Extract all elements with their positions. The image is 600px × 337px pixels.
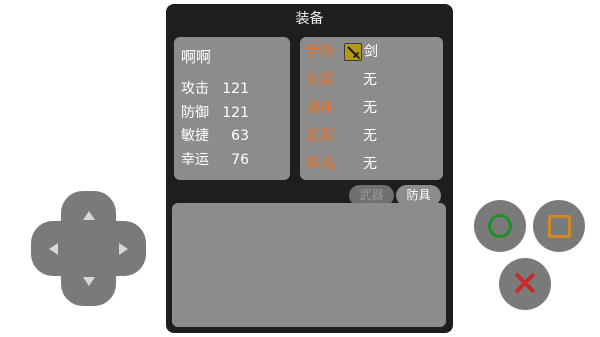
- slot-value: 无: [363, 156, 377, 172]
- cross-button[interactable]: [499, 258, 551, 310]
- sword-icon: [344, 43, 362, 61]
- stat-label: 防御: [181, 105, 209, 121]
- circle-icon: [488, 214, 512, 238]
- stat-label: 幸运: [181, 152, 209, 168]
- slot-label: 足部: [306, 128, 334, 144]
- dpad[interactable]: [31, 191, 146, 306]
- stat-label: 攻击: [181, 81, 209, 97]
- slot-label: 饰品: [306, 156, 334, 172]
- stat-label: 敏捷: [181, 128, 209, 144]
- stat-row-agility: 敏捷 63: [181, 126, 249, 146]
- circle-button[interactable]: [474, 200, 526, 252]
- dialog-title: 装备: [295, 11, 324, 27]
- slot-label: 手持: [306, 44, 334, 60]
- stat-row-defense: 防御 121: [181, 103, 249, 123]
- stat-value: 76: [231, 152, 249, 168]
- dpad-right-arrow-icon[interactable]: [119, 243, 128, 255]
- stat-value: 121: [222, 105, 249, 121]
- item-list-panel: [172, 203, 446, 327]
- equipment-slots-panel: 手持 剑 头部 无 身体 无 足部 无 饰品 无: [300, 37, 443, 180]
- square-button[interactable]: [533, 200, 585, 252]
- character-stats-panel: 啊啊 攻击 121 防御 121 敏捷 63 幸运 76: [174, 37, 290, 180]
- stat-row-attack: 攻击 121: [181, 79, 249, 99]
- slot-value: 无: [363, 128, 377, 144]
- slot-value: 剑: [364, 44, 378, 60]
- stat-row-luck: 幸运 76: [181, 150, 249, 170]
- equipment-dialog: 装备 啊啊 攻击 121 防御 121 敏捷 63 幸运 76 手持 剑 头部 …: [166, 4, 453, 333]
- stat-value: 63: [231, 128, 249, 144]
- slot-value: 无: [363, 100, 377, 116]
- slot-row-hand[interactable]: 手持 剑: [306, 42, 436, 62]
- slot-label: 头部: [306, 72, 334, 88]
- slot-label: 身体: [306, 100, 334, 116]
- slot-row-body[interactable]: 身体 无: [306, 98, 436, 118]
- slot-row-accessory[interactable]: 饰品 无: [306, 154, 436, 174]
- slot-value: 无: [363, 72, 377, 88]
- slot-row-head[interactable]: 头部 无: [306, 70, 436, 90]
- square-icon: [548, 215, 571, 238]
- stat-value: 121: [222, 81, 249, 97]
- dpad-up-arrow-icon[interactable]: [83, 211, 95, 220]
- slot-row-feet[interactable]: 足部 无: [306, 126, 436, 146]
- character-name: 啊啊: [181, 48, 212, 66]
- dpad-left-arrow-icon[interactable]: [49, 243, 58, 255]
- dpad-down-arrow-icon[interactable]: [83, 277, 95, 286]
